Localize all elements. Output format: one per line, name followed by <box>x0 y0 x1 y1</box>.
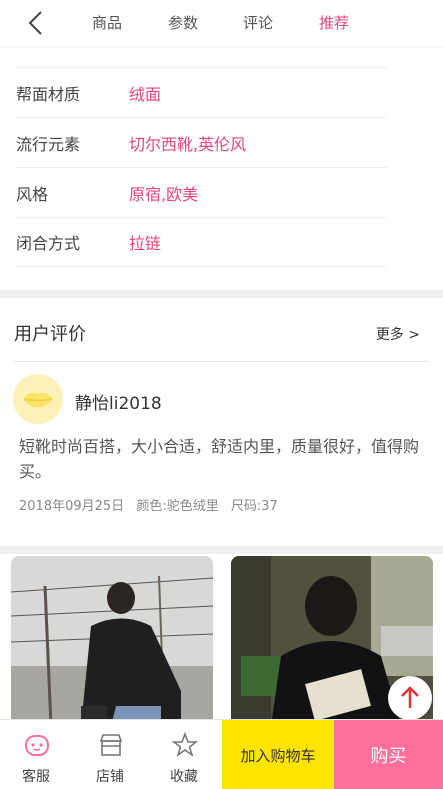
lips-avatar-icon <box>23 392 53 408</box>
review-size: 尺码:37 <box>230 499 278 514</box>
section-divider <box>0 546 443 554</box>
review-text: 短靴时尚百搭，大小合适，舒适内里，质量很好，值得购买。 <box>19 437 420 481</box>
bottom-action-bar: 客服 店铺 收藏 加入购物车 购买 <box>0 719 443 789</box>
buy-button[interactable]: 购买 <box>334 720 443 789</box>
tab-comments[interactable]: 评论 <box>243 12 273 33</box>
review-date: 2018年09月25日 <box>19 499 125 514</box>
service-button[interactable]: 客服 <box>0 720 72 789</box>
shop-icon <box>99 734 123 756</box>
back-to-top-button[interactable] <box>388 676 432 720</box>
favorite-button[interactable]: 收藏 <box>148 720 220 789</box>
spec-label: 风格 <box>16 184 49 204</box>
spec-value: 拉链 <box>129 234 162 253</box>
shop-button[interactable]: 店铺 <box>74 720 146 789</box>
service-label: 客服 <box>22 769 50 785</box>
top-nav: 商品 参数 评论 推荐 <box>0 0 443 46</box>
tab-params[interactable]: 参数 <box>168 12 198 33</box>
avatar <box>13 374 63 424</box>
spec-row: 流行元素 切尔西靴,英伦风 <box>16 117 386 167</box>
spec-label: 帮面材质 <box>16 84 81 104</box>
reviews-header: 用户评价 更多 > <box>14 318 430 362</box>
back-arrow-icon[interactable] <box>24 10 50 36</box>
review-username: 静怡li2018 <box>75 394 162 414</box>
tab-recommend[interactable]: 推荐 <box>319 12 349 33</box>
spec-row: 闭合方式 拉链 <box>16 217 386 267</box>
spec-label: 闭合方式 <box>16 234 81 253</box>
spec-row: 帮面材质 绒面 <box>16 67 386 117</box>
review-color: 颜色:驼色绒里 <box>136 499 219 514</box>
spec-label: 流行元素 <box>16 134 81 154</box>
tab-product[interactable]: 商品 <box>92 12 122 33</box>
add-to-cart-button[interactable]: 加入购物车 <box>222 720 334 789</box>
spec-table: 帮面材质 绒面 流行元素 切尔西靴,英伦风 风格 原宿,欧美 闭合方式 拉链 <box>16 67 386 267</box>
reviews-more-link[interactable]: 更多 > <box>376 324 420 344</box>
spec-row: 风格 原宿,欧美 <box>16 167 386 217</box>
section-divider <box>0 290 443 298</box>
favorite-label: 收藏 <box>170 769 198 785</box>
review-meta: 2018年09月25日 颜色:驼色绒里 尺码:37 <box>19 495 286 514</box>
shop-label: 店铺 <box>96 769 124 785</box>
spec-value: 原宿,欧美 <box>129 184 199 204</box>
customer-service-icon <box>25 735 49 756</box>
spec-value: 切尔西靴,英伦风 <box>129 134 247 154</box>
review-photo[interactable] <box>11 556 213 726</box>
star-icon <box>172 732 198 758</box>
reviews-title: 用户评价 <box>14 324 86 345</box>
spec-value: 绒面 <box>129 84 162 104</box>
